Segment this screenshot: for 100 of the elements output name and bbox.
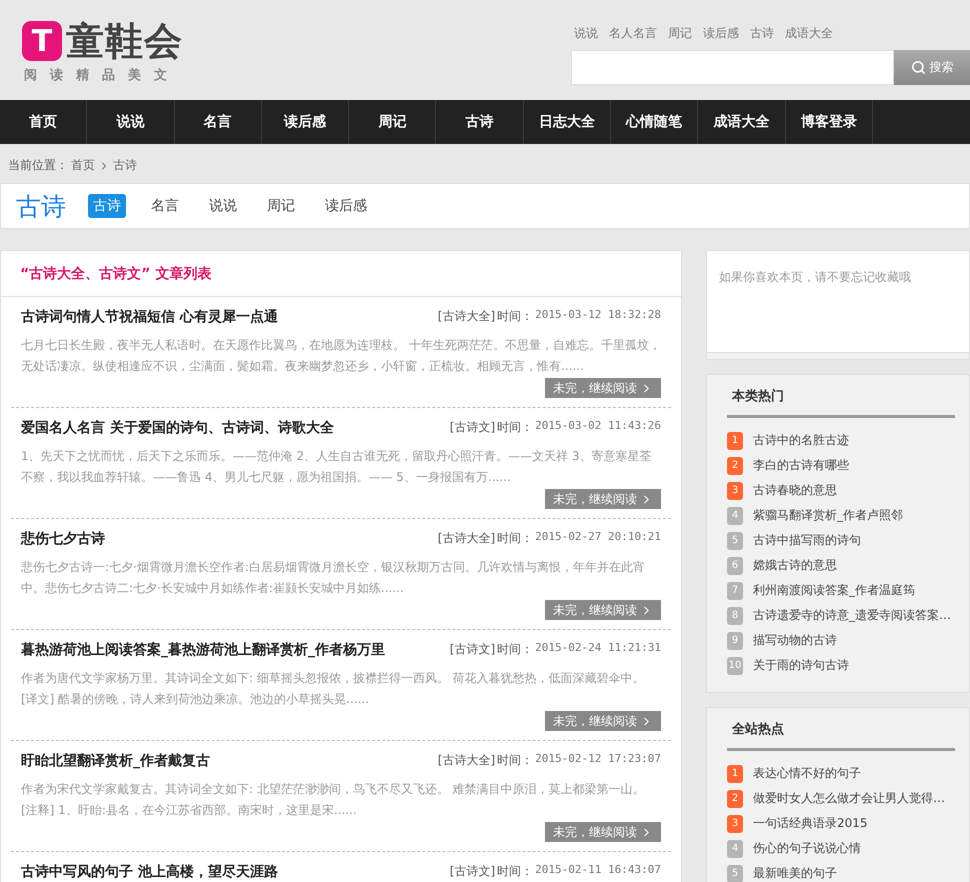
nav-item[interactable]: 博客登录	[786, 100, 873, 144]
article-time: 2015-02-24 11:21:31	[535, 641, 661, 656]
logo-name: 童鞋会	[66, 20, 183, 62]
article-title[interactable]: 古诗中写风的句子 池上高楼，望尽天涯路	[21, 862, 278, 880]
article-excerpt: 七月七日长生殿，夜半无人私语时。在天愿作比翼鸟，在地愿为连理枝。 十年生死两茫茫。不思量，自难忘。千里孤坟，无处话凄凉。纵使相逢应不识，尘满面，鬓如霜。夜来幽梦忽还乡，小轩窗，正梳妆。相顾无言，惟有......	[21, 337, 661, 375]
logo-slogan: 文	[154, 66, 167, 84]
hot-list-item[interactable]: 3 一句话经典语录2015	[727, 811, 955, 836]
article-title[interactable]: 爱国名人名言 关于爱国的诗句、古诗词、诗歌大全	[21, 418, 334, 436]
breadcrumb-label: 当前位置：	[8, 157, 68, 174]
article-tag: [古诗文]	[450, 641, 496, 658]
read-more-button[interactable]: 未完，继续阅读	[545, 822, 661, 842]
category-title: 古诗	[16, 190, 66, 222]
article-excerpt: 悲伤七夕古诗一:七夕·烟霄微月澹长空作者:白居易烟霄微月澹长空，银汉秋期万古同。几许欢情与离恨，年年并在此宵中。悲伤七夕古诗二:七夕·长安城中月如练作者:崔颢长安城中月如练......	[21, 559, 646, 597]
nav-item[interactable]: 读后感	[262, 100, 350, 144]
rank-number: 5	[727, 864, 743, 882]
read-more-button[interactable]: 未完，继续阅读	[545, 600, 661, 620]
rank-number: 4	[727, 506, 743, 524]
hot-list-item[interactable]: 4 伤心的句子说说心情	[727, 836, 955, 861]
time-label: 时间：	[497, 863, 534, 880]
rank-number: 7	[727, 582, 743, 600]
hot-list-title: 本类热门	[727, 375, 955, 418]
rank-number: 2	[727, 456, 743, 474]
article-title[interactable]: 盱眙北望翻译赏析_作者戴复古	[21, 752, 210, 770]
hot-list-item[interactable]: 2 李白的古诗有哪些	[727, 453, 955, 478]
nav-item[interactable]: 名言	[174, 100, 262, 144]
logo-slogan: 阅	[24, 67, 37, 84]
nav-item[interactable]: 周记	[349, 100, 436, 144]
article-title[interactable]: 悲伤七夕古诗	[21, 530, 105, 548]
article-time: 2015-02-11 16:43:07	[535, 863, 661, 878]
category-tab[interactable]: 说说	[204, 194, 242, 218]
logo-slogan: 精	[76, 67, 89, 84]
hot-list-item[interactable]: 5 古诗中描写雨的诗句	[727, 528, 955, 553]
article-time: 2015-02-27 20:10:21	[535, 530, 661, 545]
hot-list-item[interactable]: 6 嫦娥古诗的意思	[727, 553, 955, 578]
top-link[interactable]: 成语大全	[785, 25, 833, 42]
article-title[interactable]: 暮热游荷池上阅读答案_暮热游荷池上翻译赏析_作者杨万里	[21, 640, 385, 658]
hot-list-item[interactable]: 2 做爱时女人怎么做才会让男人觉得…	[727, 786, 955, 811]
article-time: 2015-03-02 11:43:26	[535, 419, 661, 434]
hot-list-item[interactable]: 1 古诗中的名胜古迹	[727, 428, 955, 453]
nav-item[interactable]: 古诗	[436, 100, 524, 144]
nav-item[interactable]: 首页	[0, 100, 88, 144]
rank-number: 3	[727, 814, 743, 832]
article-tag: [古诗文]	[450, 419, 496, 436]
time-label: 时间：	[497, 641, 534, 658]
category-tab[interactable]: 名言	[146, 194, 184, 218]
rank-number: 4	[727, 840, 743, 858]
nav-item[interactable]: 成语大全	[698, 100, 786, 144]
hot-list-item[interactable]: 9 描写动物的古诗	[727, 628, 955, 653]
time-label: 时间：	[497, 530, 534, 547]
nav-item[interactable]: 说说	[87, 100, 175, 144]
breadcrumb-link[interactable]: 首页	[71, 157, 95, 174]
article-time: 2015-03-12 18:32:28	[535, 308, 661, 323]
category-tab[interactable]: 古诗	[88, 194, 126, 218]
top-link[interactable]: 读后感	[703, 25, 739, 42]
rank-number: 10	[727, 656, 743, 674]
search-field[interactable]	[571, 50, 894, 85]
rank-number: 2	[727, 790, 743, 808]
hot-list-item[interactable]: 8 古诗遗爱寺的诗意_遗爱寺阅读答案…	[727, 603, 955, 628]
nav-item[interactable]: 日志大全	[524, 100, 612, 144]
hot-list-item[interactable]: 7 利州南渡阅读答案_作者温庭筠	[727, 578, 955, 603]
article-tag: [古诗大全]	[438, 752, 496, 769]
rank-number: 5	[727, 532, 743, 550]
hot-list-item[interactable]: 1 表达心情不好的句子	[727, 761, 955, 786]
rank-number: 1	[727, 764, 743, 782]
time-label: 时间：	[497, 419, 534, 436]
time-label: 时间：	[497, 752, 534, 769]
rank-number: 3	[727, 482, 743, 500]
article-tag: [古诗文]	[450, 863, 496, 880]
nav-item[interactable]: 心情随笔	[611, 100, 698, 144]
article-tag: [古诗大全]	[438, 530, 496, 547]
hot-list-item[interactable]: 10 关于雨的诗句古诗	[727, 653, 955, 678]
breadcrumb-link[interactable]: 古诗	[113, 157, 137, 174]
top-link[interactable]: 说说	[574, 25, 598, 42]
read-more-button[interactable]: 未完，继续阅读	[545, 489, 661, 509]
category-tab[interactable]: 读后感	[320, 194, 372, 218]
list-heading: “古诗大全、古诗文” 文章列表	[1, 251, 681, 297]
logo-slogan: 品	[102, 67, 115, 84]
article-title[interactable]: 古诗词句情人节祝福短信 心有灵犀一点通	[21, 308, 278, 326]
bookmark-note: 如果你喜欢本页，请不要忘记收藏哦	[706, 250, 970, 353]
logo-slogan: 美	[128, 66, 141, 84]
top-link[interactable]: 周记	[668, 25, 692, 42]
article-time: 2015-02-12 17:23:07	[535, 752, 661, 767]
hot-list-item[interactable]: 3 古诗春晓的意思	[727, 478, 955, 503]
top-link[interactable]: 名人名言	[609, 25, 657, 42]
hot-list-item[interactable]: 4 紫骝马翻译赏析_作者卢照邻	[727, 503, 955, 528]
rank-number: 6	[727, 556, 743, 574]
top-link[interactable]: 古诗	[750, 25, 774, 42]
article-excerpt: 作者为宋代文学家戴复古。其诗词全文如下: 北望茫茫渺渺间，鸟飞不尽又飞还。 难禁满目中原泪，莫上都梁第一山。 [注释] 1、盱眙:县名，在今江苏省西部。南宋时，这里是宋......	[21, 781, 646, 819]
hot-list-item[interactable]: 5 最新唯美的句子	[727, 861, 955, 882]
rank-number: 9	[727, 632, 743, 650]
read-more-button[interactable]: 未完，继续阅读	[545, 378, 661, 398]
read-more-button[interactable]: 未完，继续阅读	[545, 711, 661, 731]
category-tab[interactable]: 周记	[262, 194, 300, 218]
rank-number: 1	[727, 432, 743, 450]
search-icon	[910, 60, 926, 75]
time-label: 时间：	[497, 308, 534, 325]
article-excerpt: 1、先天下之忧而忧，后天下之乐而乐。——范仲淹 2、人生自古谁无死，留取丹心照汗青。——文天祥 3、寄意寒星荃不察，我以我血荐轩辕。——鲁迅 4、男儿七尺躯，愿为祖国捐。—— 5、一身报国有万......	[21, 448, 653, 486]
hot-list-title: 全站热点	[727, 708, 955, 751]
logo-mark: T	[22, 21, 62, 61]
rank-number: 8	[727, 606, 743, 624]
